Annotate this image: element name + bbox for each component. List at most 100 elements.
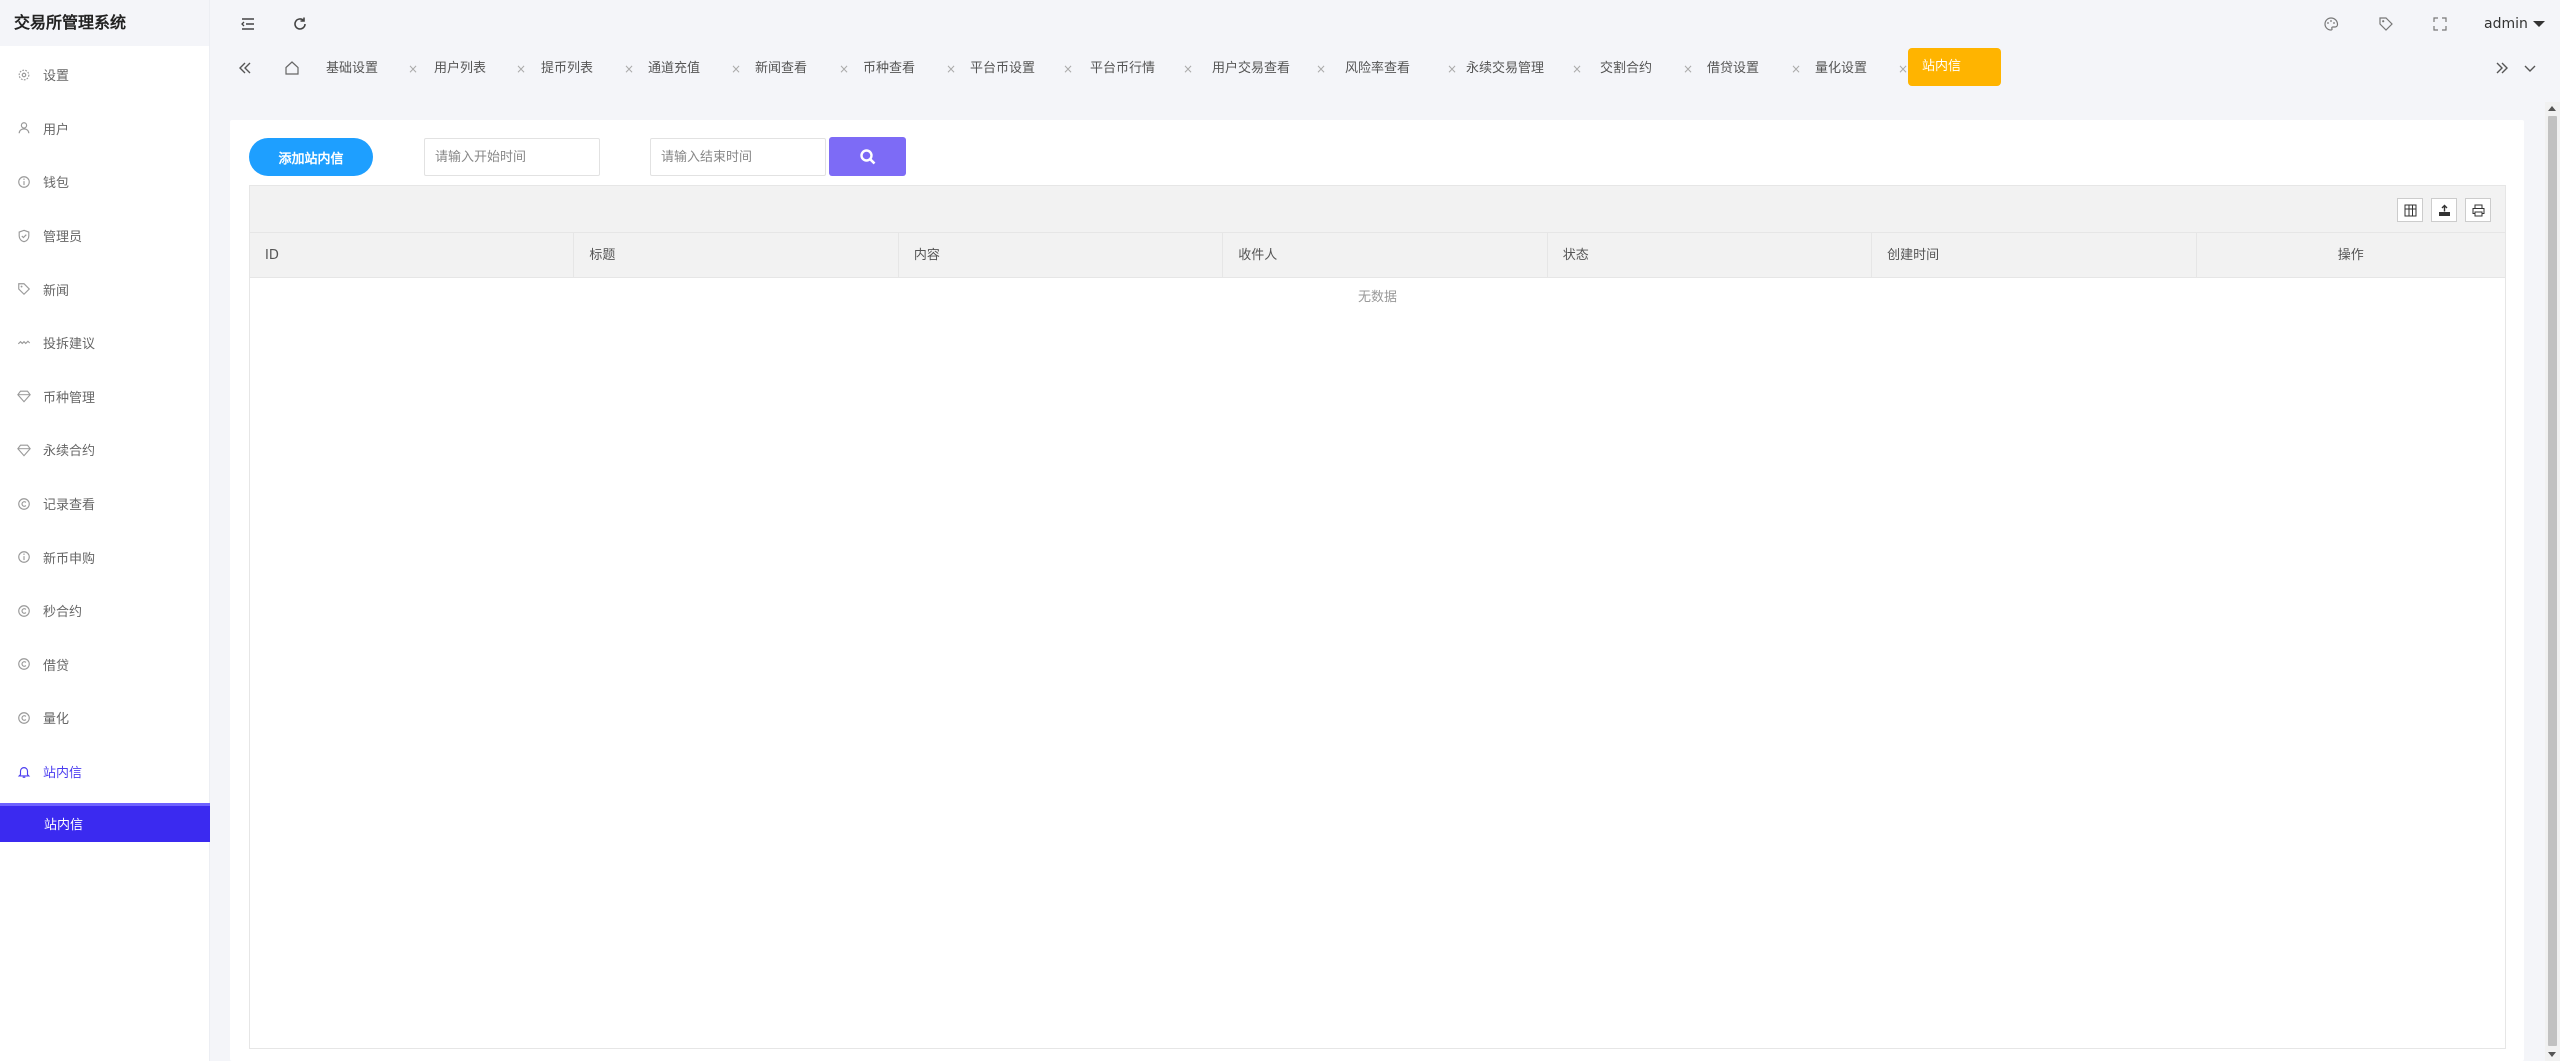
tabs-scroll-right-icon[interactable]: [2490, 56, 2514, 80]
sidebar-item-messages[interactable]: 站内信: [0, 745, 210, 799]
table-toolbar: [250, 186, 2505, 233]
column-header-actions[interactable]: 操作: [2197, 233, 2505, 277]
column-header-id[interactable]: ID: [250, 233, 575, 277]
table-empty-message: 无数据: [1357, 290, 1397, 305]
tab-risk-rate-view[interactable]: 风险率查看 ×: [1345, 54, 1457, 84]
tab-close-icon[interactable]: ×: [1898, 54, 1908, 84]
tab-close-icon[interactable]: ×: [1447, 54, 1457, 84]
sidebar-item-settings[interactable]: 设置: [0, 48, 210, 102]
tab-close-icon[interactable]: ×: [946, 54, 956, 84]
sidebar-item-label: 新闻: [43, 283, 70, 299]
tab-quant-settings[interactable]: 量化设置 ×: [1815, 54, 1915, 84]
tab-close-icon[interactable]: ×: [1183, 54, 1193, 84]
fullscreen-icon[interactable]: [2430, 14, 2450, 34]
tab-close-icon[interactable]: ×: [1572, 54, 1582, 84]
tag-icon[interactable]: [2376, 14, 2396, 34]
main-panel: 添加站内信 ID 标题 内容 收件人 状态 创建时间 操作 无数据: [230, 120, 2524, 1061]
copyright-icon: [17, 604, 31, 618]
user-icon: [17, 121, 31, 135]
tab-close-icon[interactable]: ×: [1791, 54, 1801, 84]
bell-icon: [17, 765, 31, 779]
tab-close-icon[interactable]: ×: [408, 54, 418, 84]
sidebar-item-label: 新币申购: [43, 551, 96, 567]
tab-user-list[interactable]: 用户列表 ×: [434, 54, 534, 84]
sidebar-item-wallet[interactable]: 钱包: [0, 155, 210, 209]
sidebar-item-label: 用户: [43, 122, 70, 138]
sidebar-item-label: 秒合约: [43, 605, 83, 621]
column-header-title[interactable]: 标题: [574, 233, 899, 277]
tab-close-icon[interactable]: ×: [516, 54, 526, 84]
sidebar-subitem-messages[interactable]: 站内信: [0, 803, 210, 842]
export-icon: [2438, 204, 2451, 217]
sidebar-item-users[interactable]: 用户: [0, 102, 210, 156]
sidebar-item-quant[interactable]: 量化: [0, 691, 210, 745]
shield-check-icon: [17, 229, 31, 243]
sidebar-item-perpetual-contracts[interactable]: 永续合约: [0, 423, 210, 477]
scroll-down-arrow-icon[interactable]: [2548, 1052, 2556, 1057]
export-button[interactable]: [2431, 198, 2457, 222]
theme-palette-icon[interactable]: [2321, 14, 2341, 34]
tab-delivery-contract[interactable]: 交割合约 ×: [1600, 54, 1700, 84]
end-time-input[interactable]: [650, 138, 826, 176]
sidebar-item-label: 管理员: [43, 230, 83, 246]
sidebar-item-label: 投拆建议: [43, 337, 96, 353]
column-header-created-time[interactable]: 创建时间: [1872, 233, 2197, 277]
sidebar-item-label: 站内信: [43, 766, 83, 782]
scroll-up-arrow-icon[interactable]: [2548, 106, 2556, 111]
search-button[interactable]: [829, 137, 906, 176]
column-header-status[interactable]: 状态: [1548, 233, 1873, 277]
sidebar-item-currency-management[interactable]: 币种管理: [0, 370, 210, 424]
sidebar-item-records[interactable]: 记录查看: [0, 477, 210, 531]
print-icon: [2472, 204, 2485, 217]
sidebar-item-complaints[interactable]: 投拆建议: [0, 316, 210, 370]
sidebar-item-second-contracts[interactable]: 秒合约: [0, 584, 210, 638]
column-header-recipient[interactable]: 收件人: [1223, 233, 1548, 277]
tab-close-icon[interactable]: ×: [1316, 54, 1326, 84]
tab-perpetual-trade-management[interactable]: 永续交易管理 ×: [1466, 54, 1588, 84]
tab-messages[interactable]: 站内信: [1908, 48, 2001, 86]
user-menu[interactable]: admin: [2484, 0, 2545, 48]
tab-basic-settings[interactable]: 基础设置 ×: [326, 54, 426, 84]
tab-platform-coin-settings[interactable]: 平台币设置 ×: [970, 54, 1080, 84]
refresh-icon[interactable]: [290, 14, 310, 34]
print-button[interactable]: [2465, 198, 2491, 222]
tabs-scroll-left-icon[interactable]: [233, 56, 257, 80]
tab-user-trade-view[interactable]: 用户交易查看 ×: [1212, 54, 1334, 84]
scrollbar-thumb[interactable]: [2548, 116, 2557, 1046]
column-filter-button[interactable]: [2397, 198, 2423, 222]
tab-platform-coin-market[interactable]: 平台币行情 ×: [1090, 54, 1200, 84]
home-icon[interactable]: [280, 56, 304, 80]
tab-close-icon[interactable]: ×: [624, 54, 634, 84]
diamond-icon: [17, 389, 31, 403]
sidebar-item-label: 币种管理: [43, 390, 96, 406]
tab-withdrawal-list[interactable]: 提币列表 ×: [541, 54, 641, 84]
tab-close-icon[interactable]: ×: [731, 54, 741, 84]
tab-news-view[interactable]: 新闻查看 ×: [755, 54, 855, 84]
tab-channel-recharge[interactable]: 通道充值 ×: [648, 54, 748, 84]
diamond-icon: [17, 443, 31, 457]
start-time-input[interactable]: [424, 138, 600, 176]
sidebar-item-news[interactable]: 新闻: [0, 262, 210, 316]
gear-icon: [17, 68, 31, 82]
sidebar-item-label: 永续合约: [43, 444, 96, 460]
tab-close-icon[interactable]: ×: [1063, 54, 1073, 84]
tab-currency-view[interactable]: 币种查看 ×: [863, 54, 963, 84]
menu-collapse-icon[interactable]: [238, 14, 258, 34]
search-icon: [859, 148, 877, 166]
sidebar-item-label: 记录查看: [43, 498, 96, 514]
sidebar-item-new-coin-subscription[interactable]: 新币申购: [0, 530, 210, 584]
sidebar-item-lending[interactable]: 借贷: [0, 638, 210, 692]
messages-table: ID 标题 内容 收件人 状态 创建时间 操作 无数据: [249, 185, 2506, 1049]
add-message-button[interactable]: 添加站内信: [249, 138, 373, 176]
tabs-dropdown-icon[interactable]: [2518, 56, 2542, 80]
tab-close-icon[interactable]: ×: [839, 54, 849, 84]
user-name: admin: [2484, 16, 2528, 32]
tab-close-icon[interactable]: ×: [1683, 54, 1693, 84]
sidebar-item-admins[interactable]: 管理员: [0, 209, 210, 263]
tab-bar: 基础设置 × 用户列表 × 提币列表 × 通道充值 × 新闻查看 × 币种查看 × 平台币设…: [210, 48, 2560, 88]
column-header-content[interactable]: 内容: [899, 233, 1224, 277]
info-circle-icon: [17, 550, 31, 564]
tab-lending-settings[interactable]: 借贷设置 ×: [1707, 54, 1807, 84]
page-scrollbar[interactable]: [2545, 102, 2560, 1061]
copyright-icon: [17, 711, 31, 725]
